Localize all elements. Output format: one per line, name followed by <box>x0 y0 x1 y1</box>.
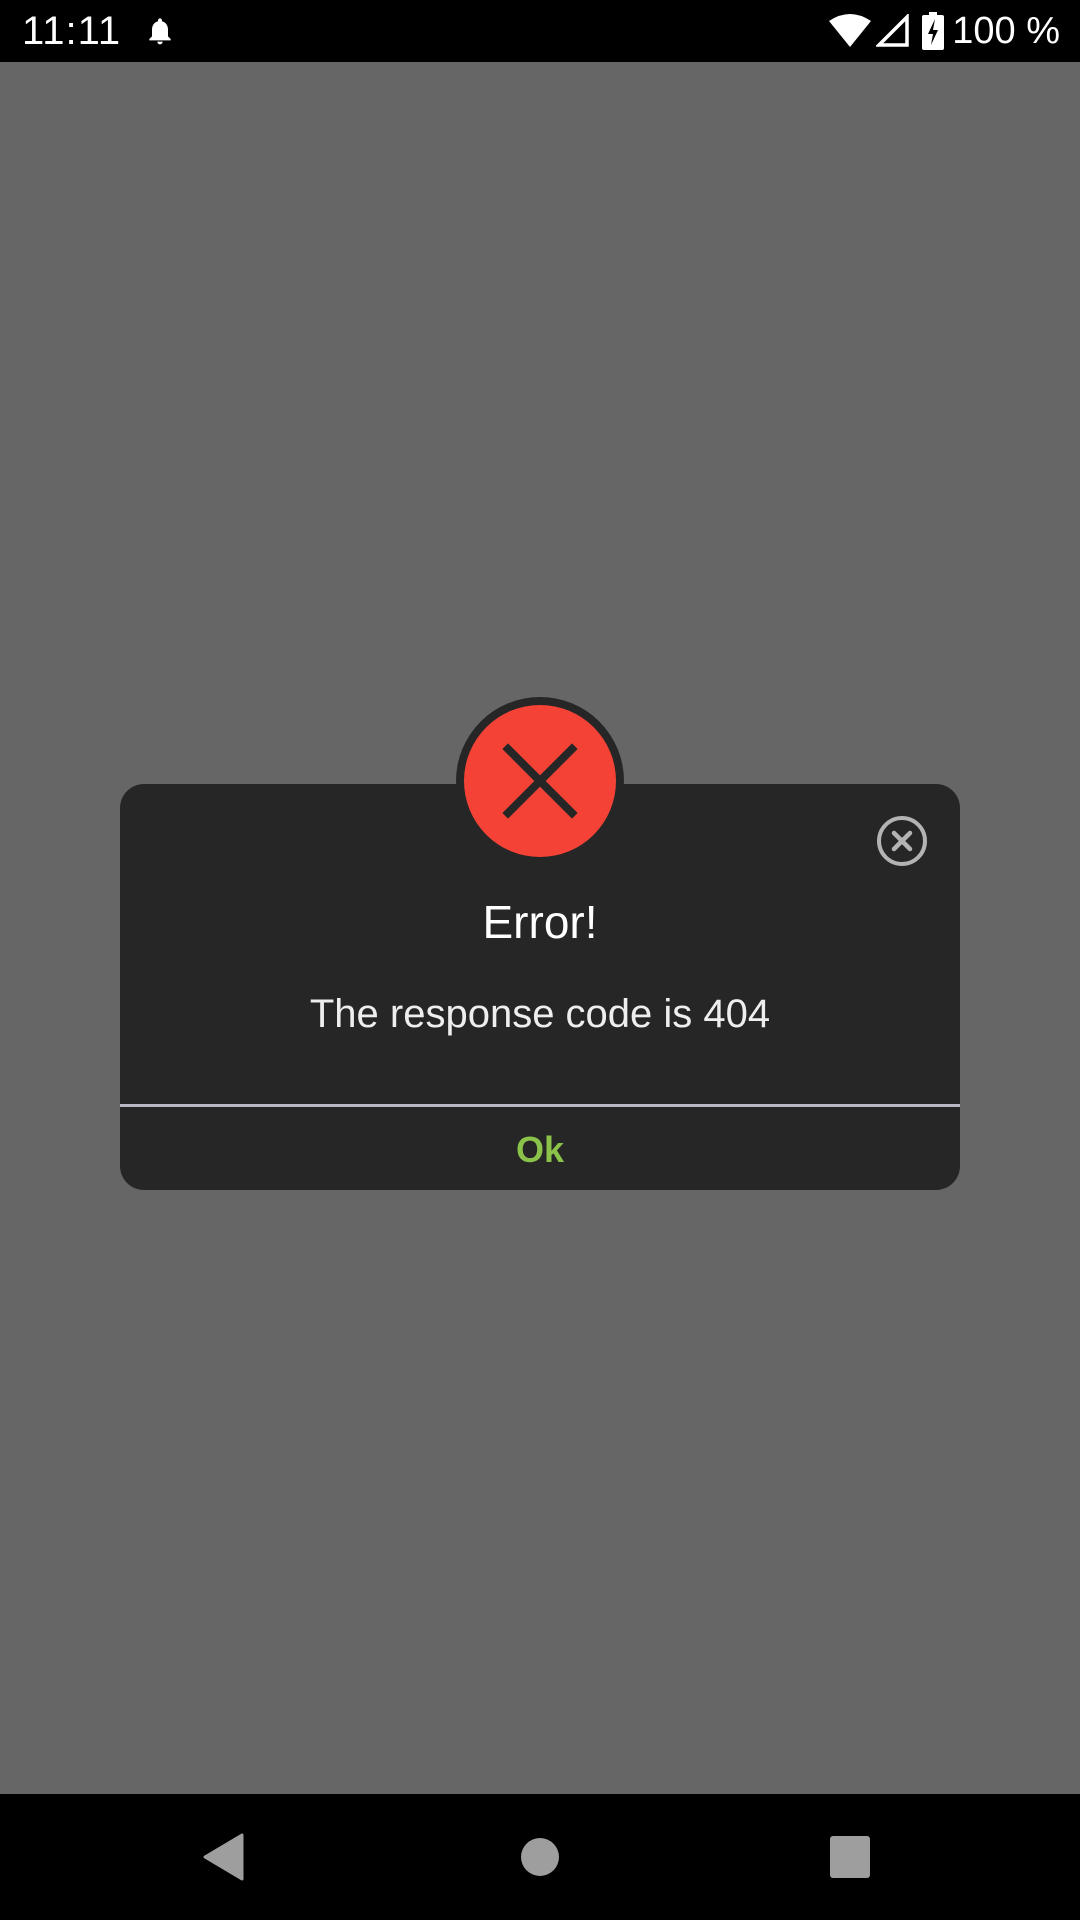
error-badge <box>464 705 616 857</box>
recents-icon <box>830 1836 870 1878</box>
status-time: 11:11 <box>22 9 122 53</box>
battery-percent: 100 % <box>952 10 1060 52</box>
home-button[interactable] <box>480 1794 600 1920</box>
error-x-icon <box>502 743 578 819</box>
dialog-title: Error! <box>482 896 598 948</box>
status-icons: 100 % <box>828 8 1060 54</box>
wifi-icon <box>829 14 872 47</box>
dialog-message: The response code is 404 <box>309 992 771 1036</box>
signal-icon <box>876 14 909 47</box>
battery-charging-icon <box>922 12 945 50</box>
bell-icon <box>149 18 171 45</box>
navigation-bar <box>0 1794 1080 1920</box>
back-icon <box>203 1833 244 1881</box>
close-dialog-button[interactable] <box>876 815 928 867</box>
ok-button[interactable]: Ok <box>120 1107 960 1190</box>
close-circle-icon <box>877 816 927 866</box>
status-bar: 11:11 100 % <box>0 0 1080 62</box>
screen: 11:11 100 % Error! The response code is … <box>0 0 1080 1920</box>
back-button[interactable] <box>164 1794 284 1920</box>
home-icon <box>521 1838 559 1876</box>
recents-button[interactable] <box>790 1794 910 1920</box>
